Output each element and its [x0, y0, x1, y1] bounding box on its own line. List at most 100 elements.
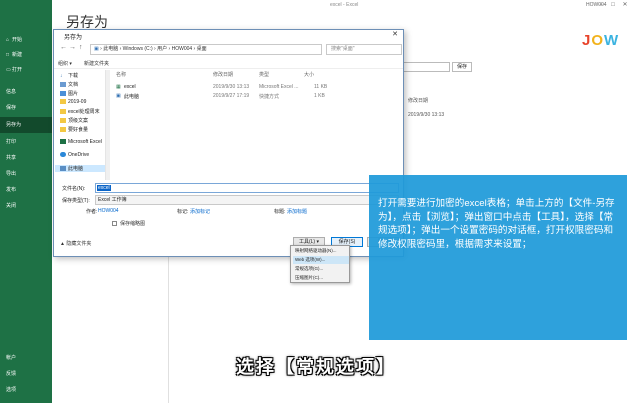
sidebar-item-label: 共享: [6, 155, 17, 161]
tags-value[interactable]: 添加标记: [190, 208, 210, 215]
file-list-header: 名称 修改日期 类型 大小: [114, 71, 399, 80]
sidebar-item-save-as[interactable]: 另存为: [0, 117, 52, 133]
sidebar-item-label: 开始: [12, 37, 23, 43]
nav-item-folder[interactable]: 2019-09: [60, 99, 86, 105]
breadcrumb[interactable]: HOW004: [172, 46, 193, 52]
sidebar-item-home[interactable]: ⌂ 开始: [0, 32, 52, 48]
new-folder-button[interactable]: 新建文件夹: [84, 60, 109, 67]
filetype-select[interactable]: Excel 工作簿: [95, 195, 399, 205]
mod-date-value: 2019/9/30 13:13: [408, 112, 445, 118]
save-as-dialog: 另存为 ✕ ← → ↑ ▣ › 此电脑 › Windows (C:) › 用户 …: [53, 29, 404, 257]
nav-item-label: 要好食量: [68, 127, 89, 133]
computer-icon: ▣: [94, 46, 99, 52]
column-header-name[interactable]: 名称: [116, 71, 126, 78]
subtitle-caption: 选择【常规选项】: [236, 357, 396, 377]
sidebar-item-publish[interactable]: 发布: [0, 182, 52, 198]
breadcrumb[interactable]: 此电脑: [103, 46, 118, 52]
mod-date-header: 修改日期: [408, 98, 429, 104]
dialog-title: 另存为: [64, 35, 83, 41]
sidebar-item-export[interactable]: 导出: [0, 166, 52, 182]
author-label: 作者:: [86, 209, 98, 215]
computer-icon: [60, 166, 66, 172]
sidebar-item-share[interactable]: 共享: [0, 150, 52, 166]
sidebar-item-label: 保存: [6, 105, 17, 111]
folder-icon: [60, 118, 66, 124]
nav-item-label: OneDrive: [68, 152, 90, 158]
sidebar-item-label: 打开: [12, 67, 23, 73]
back-arrow-icon[interactable]: ←: [60, 44, 67, 51]
folder-icon: [60, 127, 66, 133]
backstage-sidebar: ⌂ 开始 □ 新建 ▭打开 信息 保存 另存为 打印 共享 导出 发布 关闭 帐户 …: [0, 0, 52, 403]
dialog-close-button[interactable]: ✕: [389, 30, 401, 40]
forward-arrow-icon[interactable]: →: [69, 44, 76, 51]
thumbnail-checkbox[interactable]: [112, 221, 117, 226]
sidebar-item-label: 新建: [12, 52, 23, 58]
file-row[interactable]: ▦ excel 2019/9/30 13:13 Microsoft Excel …: [114, 83, 399, 92]
sidebar-item-info[interactable]: 信息: [0, 84, 52, 100]
nav-item-folder[interactable]: excel处理周末: [60, 108, 100, 115]
backstage-save-button[interactable]: 保存: [452, 62, 472, 72]
excel-icon: [60, 139, 66, 145]
excel-file-icon: ▦: [116, 84, 121, 90]
tags-label: 标记:: [177, 209, 189, 215]
nav-item-pictures[interactable]: 图片: [60, 90, 78, 97]
nav-item-excel[interactable]: Microsoft Excel: [60, 139, 102, 145]
column-header-date[interactable]: 修改日期: [213, 71, 233, 78]
file-row[interactable]: ▣ 此电脑 2019/9/27 17:19 快捷方式 1 KB: [114, 92, 399, 101]
up-arrow-icon[interactable]: ↑: [79, 44, 83, 51]
nav-item-folder[interactable]: 要好食量: [60, 126, 88, 133]
dialog-titlebar: [54, 30, 403, 41]
search-input[interactable]: 搜索"桌面": [326, 44, 402, 55]
filetype-label: 保存类型(T):: [62, 198, 90, 204]
breadcrumb[interactable]: 桌面: [197, 46, 207, 52]
file-name: excel: [124, 84, 136, 90]
nav-item-label: 下载: [68, 73, 79, 79]
address-bar[interactable]: ▣ › 此电脑 › Windows (C:) › 用户 › HOW004 › 桌…: [90, 44, 322, 55]
nav-item-onedrive[interactable]: OneDrive: [60, 152, 89, 158]
menu-item-map-network-drive[interactable]: 映射网络驱动器(N)...: [293, 247, 349, 255]
shortcut-icon: ▣: [116, 93, 121, 99]
hide-folders-button[interactable]: ▲ 隐藏文件夹: [60, 240, 91, 247]
nav-item-label: 顶级文案: [68, 118, 89, 124]
nav-item-folder[interactable]: 顶级文案: [60, 117, 88, 124]
breadcrumb[interactable]: 用户: [157, 46, 167, 52]
nav-item-label: 图片: [68, 91, 79, 97]
sidebar-item-save[interactable]: 保存: [0, 100, 52, 116]
menu-item-web-options[interactable]: Web 选项(W)...: [293, 256, 349, 264]
breadcrumb[interactable]: Windows (C:): [123, 46, 153, 52]
file-type: 快捷方式: [259, 94, 280, 100]
sidebar-item-print[interactable]: 打印: [0, 134, 52, 150]
logo-letter: W: [604, 32, 620, 49]
nav-item-label: 此电脑: [68, 166, 84, 172]
author-value[interactable]: HOW004: [98, 208, 119, 214]
nav-item-label: 2019-09: [68, 99, 87, 105]
logo: JOW: [582, 32, 630, 52]
sidebar-item-open[interactable]: ▭打开: [0, 62, 52, 78]
file-size: 1 KB: [314, 93, 325, 99]
file-type: Microsoft Excel ...: [259, 84, 299, 90]
close-window-button[interactable]: ✕: [618, 0, 632, 10]
column-header-type[interactable]: 类型: [259, 71, 269, 78]
nav-item-downloads[interactable]: ↓ 下载: [60, 72, 78, 79]
menu-item-general-options[interactable]: 常规选项(G)...: [293, 265, 349, 273]
sidebar-item-label: 信息: [6, 89, 17, 95]
sidebar-item-label: 导出: [6, 171, 17, 177]
nav-item-this-pc[interactable]: 此电脑: [55, 165, 105, 172]
column-header-size[interactable]: 大小: [304, 71, 314, 78]
menu-item-compress-pictures[interactable]: 压缩图片(C)...: [293, 274, 349, 282]
logo-letter: O: [591, 32, 605, 49]
organize-button[interactable]: 组织 ▾: [58, 60, 72, 67]
file-name: 此电脑: [124, 94, 140, 100]
window-title: excel - Excel: [330, 2, 359, 8]
logo-letter: J: [582, 32, 592, 49]
sidebar-item-close[interactable]: 关闭: [0, 198, 52, 214]
sidebar-item-options[interactable]: 选项: [0, 382, 52, 398]
picture-icon: [60, 91, 66, 97]
file-date: 2019/9/30 13:13: [213, 84, 250, 90]
nav-scrollbar[interactable]: [106, 70, 110, 180]
title-value[interactable]: 添加标题: [287, 208, 307, 215]
nav-item-label: 文档: [68, 82, 79, 88]
filename-input[interactable]: excel: [95, 183, 399, 193]
nav-item-documents[interactable]: 文档: [60, 81, 78, 88]
sidebar-item-new[interactable]: □ 新建: [0, 47, 52, 63]
